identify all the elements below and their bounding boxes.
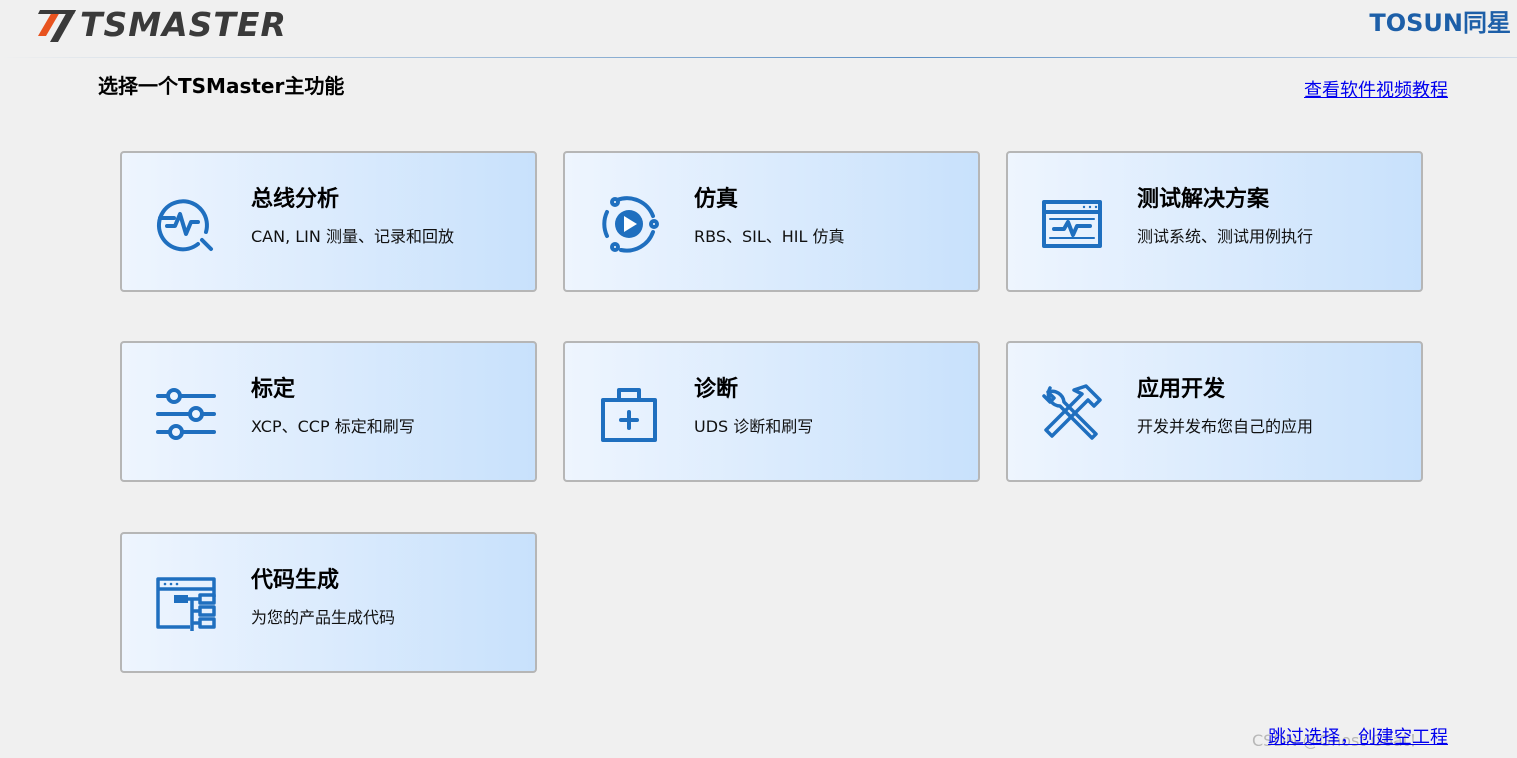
page-title: 选择一个TSMaster主功能 — [98, 74, 345, 98]
card-title: 标定 — [251, 377, 296, 402]
card-description: 为您的产品生成代码 — [251, 608, 396, 627]
card-title: 测试解决方案 — [1137, 187, 1270, 212]
tosun-logo: TOSUN同星 — [1369, 9, 1511, 37]
tools-icon — [1040, 382, 1104, 446]
card-description: RBS、SIL、HIL 仿真 — [694, 227, 845, 246]
card-diagnosis[interactable]: 诊断 UDS 诊断和刷写 — [563, 341, 980, 482]
card-description: UDS 诊断和刷写 — [694, 417, 814, 436]
video-tutorial-link[interactable]: 查看软件视频教程 — [1304, 79, 1448, 103]
tsmaster-logo-text: TSMASTER — [80, 5, 287, 44]
card-calibration[interactable]: 标定 XCP、CCP 标定和刷写 — [120, 341, 537, 482]
tsmaster-logo-mark-icon — [38, 10, 76, 42]
card-title: 诊断 — [694, 377, 739, 402]
card-description: XCP、CCP 标定和刷写 — [251, 417, 415, 436]
card-description: 测试系统、测试用例执行 — [1137, 227, 1314, 246]
simulation-play-icon — [597, 192, 661, 256]
card-title: 总线分析 — [251, 187, 340, 212]
diagnosis-medkit-icon — [597, 382, 661, 446]
card-description: 开发并发布您自己的应用 — [1137, 417, 1314, 436]
card-bus-analysis[interactable]: 总线分析 CAN, LIN 测量、记录和回放 — [120, 151, 537, 292]
bus-analysis-icon — [154, 192, 218, 256]
card-test-solution[interactable]: 测试解决方案 测试系统、测试用例执行 — [1006, 151, 1423, 292]
header-divider — [0, 57, 1517, 58]
code-generation-icon — [154, 573, 218, 637]
card-description: CAN, LIN 测量、记录和回放 — [251, 227, 454, 246]
card-title: 仿真 — [694, 187, 739, 212]
header-bar: TSMASTER TOSUN同星 — [0, 0, 1517, 58]
tsmaster-logo: TSMASTER — [36, 5, 287, 45]
card-code-generation[interactable]: 代码生成 为您的产品生成代码 — [120, 532, 537, 673]
card-simulation[interactable]: 仿真 RBS、SIL、HIL 仿真 — [563, 151, 980, 292]
test-monitor-icon — [1040, 192, 1104, 256]
card-app-development[interactable]: 应用开发 开发并发布您自己的应用 — [1006, 341, 1423, 482]
card-title: 应用开发 — [1137, 377, 1226, 402]
skip-create-empty-project-link[interactable]: 跳过选择，创建空工程 — [1268, 726, 1448, 750]
calibration-sliders-icon — [154, 382, 218, 446]
card-title: 代码生成 — [251, 568, 340, 593]
